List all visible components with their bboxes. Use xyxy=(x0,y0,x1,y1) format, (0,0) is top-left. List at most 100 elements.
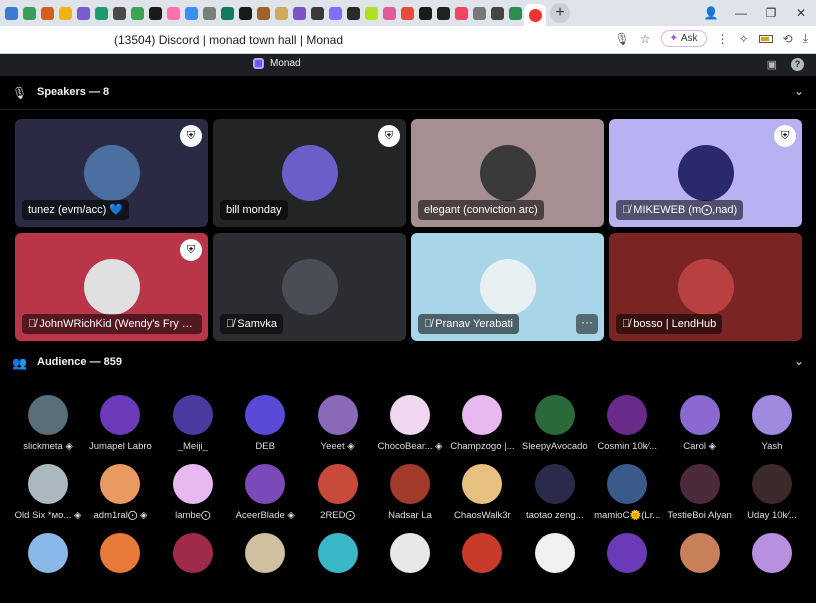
audience-member[interactable] xyxy=(157,533,229,603)
audience-member[interactable]: Jumapel Labro xyxy=(84,395,156,465)
audience-member[interactable]: ChocoBear... ◈ xyxy=(374,395,446,465)
speaker-card[interactable]: 🎙̸ JohnWRichKid (Wendy's Fry C... ⛨ xyxy=(15,233,208,341)
browser-tab[interactable] xyxy=(434,0,452,26)
browser-tab[interactable] xyxy=(146,0,164,26)
audience-member[interactable]: Yash xyxy=(736,395,808,465)
chevron-down-icon[interactable]: ⌄ xyxy=(794,354,804,368)
audience-member[interactable] xyxy=(664,533,736,603)
speaker-card[interactable]: 🎙̸ bosso | LendHub xyxy=(609,233,802,341)
browser-tab[interactable] xyxy=(398,0,416,26)
browser-tab[interactable] xyxy=(272,0,290,26)
audience-member[interactable] xyxy=(84,533,156,603)
audience-member[interactable]: Yeeet ◈ xyxy=(302,395,374,465)
audience-member[interactable] xyxy=(374,533,446,603)
avatar xyxy=(281,259,338,315)
tab-favicon-icon xyxy=(220,6,234,20)
audience-member[interactable]: ChaosWalk3r xyxy=(446,464,518,534)
speaker-card[interactable]: elegant (conviction arc) xyxy=(411,119,604,227)
audience-member[interactable] xyxy=(229,533,301,603)
profile-icon[interactable]: 👤 xyxy=(696,0,726,26)
audience-member[interactable]: SleepyAvocado xyxy=(519,395,591,465)
audience-member[interactable]: _Meiji_ xyxy=(157,395,229,465)
audience-member[interactable]: Cosmin 10k⁄... xyxy=(591,395,663,465)
help-icon[interactable]: ? xyxy=(791,58,804,71)
audience-member[interactable]: TestieBoi Alyan xyxy=(664,464,736,534)
page-title[interactable]: (13504) Discord | monad town hall | Mona… xyxy=(114,33,343,47)
audience-member[interactable]: Uday 10k⁄... xyxy=(736,464,808,534)
browser-tab[interactable] xyxy=(290,0,308,26)
browser-tab[interactable] xyxy=(200,0,218,26)
more-options-button[interactable]: ··· xyxy=(576,314,598,334)
audience-member[interactable]: Old Six *мо... ◈ xyxy=(12,464,84,534)
download-icon[interactable]: ⤓ xyxy=(803,31,808,46)
avatar xyxy=(607,395,648,435)
browser-tab[interactable] xyxy=(488,0,506,26)
speaker-card[interactable]: 🎙̸ MIKEWEB (m⨀,nad) ⛨ xyxy=(609,119,802,227)
audience-member[interactable] xyxy=(12,533,84,603)
browser-tab[interactable] xyxy=(506,0,524,26)
audience-member[interactable]: Nadsar La xyxy=(374,464,446,534)
audience-member[interactable]: Champzogo |... xyxy=(446,395,518,465)
avatar xyxy=(83,259,140,315)
audience-member[interactable]: DEB xyxy=(229,395,301,465)
bookmark-icon[interactable]: ☆ xyxy=(640,32,651,46)
minimize-icon[interactable]: — xyxy=(726,0,756,26)
audience-member[interactable] xyxy=(591,533,663,603)
new-tab-button[interactable]: + xyxy=(550,3,570,23)
browser-tab[interactable] xyxy=(380,0,398,26)
tab-active[interactable] xyxy=(524,4,546,26)
chevron-down-icon[interactable]: ⌄ xyxy=(794,84,804,98)
browser-tab[interactable] xyxy=(362,0,380,26)
audience-member[interactable]: lambe⨀ xyxy=(157,464,229,534)
browser-tab[interactable] xyxy=(470,0,488,26)
ask-button[interactable]: ✦ Ask xyxy=(660,30,707,47)
browser-tab[interactable] xyxy=(56,0,74,26)
sync-icon[interactable]: ⟲ xyxy=(783,32,793,46)
audience-section-header[interactable]: 👥 Audience — 859 ⌄ xyxy=(0,346,816,380)
browser-tab[interactable] xyxy=(182,0,200,26)
microphone-icon[interactable]: 🎙 xyxy=(615,32,630,46)
browser-tab[interactable] xyxy=(110,0,128,26)
browser-tab[interactable] xyxy=(38,0,56,26)
audience-member[interactable] xyxy=(446,533,518,603)
people-icon: 👥 xyxy=(12,356,27,370)
audience-member[interactable] xyxy=(302,533,374,603)
extensions-icon[interactable]: ✧ xyxy=(739,32,749,46)
browser-tab[interactable] xyxy=(218,0,236,26)
close-icon[interactable]: ✕ xyxy=(786,0,816,26)
avatar xyxy=(679,533,720,573)
browser-tab[interactable] xyxy=(128,0,146,26)
audience-member-name: adm1ral⨀ ◈ xyxy=(93,510,148,521)
browser-tab[interactable] xyxy=(20,0,38,26)
speakers-section-header[interactable]: 🎙 Speakers — 8 ⌄ xyxy=(0,76,816,110)
browser-tab[interactable] xyxy=(308,0,326,26)
audience-member[interactable]: Carol ◈ xyxy=(664,395,736,465)
audience-member[interactable] xyxy=(736,533,808,603)
speaker-card[interactable]: 🎙̸ Samvka xyxy=(213,233,406,341)
inbox-icon[interactable]: ▣ xyxy=(767,58,777,71)
audience-member[interactable]: AceerBlade ◈ xyxy=(229,464,301,534)
browser-tab[interactable] xyxy=(236,0,254,26)
audience-member[interactable]: adm1ral⨀ ◈ xyxy=(84,464,156,534)
menu-dots-icon[interactable]: ⋮ xyxy=(717,32,729,46)
browser-tab[interactable] xyxy=(92,0,110,26)
browser-tab[interactable] xyxy=(452,0,470,26)
restore-icon[interactable]: ❐ xyxy=(756,0,786,26)
audience-member[interactable]: taotao zeng... xyxy=(519,464,591,534)
speaker-card[interactable]: 🎙̸ Pranav Yerabati ··· xyxy=(411,233,604,341)
audience-member-name: ChaosWalk3r xyxy=(454,510,511,521)
audience-member[interactable]: slickmeta ◈ xyxy=(12,395,84,465)
browser-tab[interactable] xyxy=(344,0,362,26)
browser-tab[interactable] xyxy=(416,0,434,26)
speaker-card[interactable]: bill monday ⛨ xyxy=(213,119,406,227)
browser-tab[interactable] xyxy=(254,0,272,26)
speaker-card[interactable]: tunez (evm/acc) 💙 ⛨ xyxy=(15,119,208,227)
browser-tab[interactable] xyxy=(74,0,92,26)
browser-tab[interactable] xyxy=(2,0,20,26)
avatar xyxy=(83,145,140,201)
browser-tab[interactable] xyxy=(164,0,182,26)
browser-tab[interactable] xyxy=(326,0,344,26)
audience-member[interactable] xyxy=(519,533,591,603)
audience-member[interactable]: 2RED⨀ xyxy=(302,464,374,534)
audience-member[interactable]: mamioC🌞(Lr... xyxy=(591,464,663,534)
